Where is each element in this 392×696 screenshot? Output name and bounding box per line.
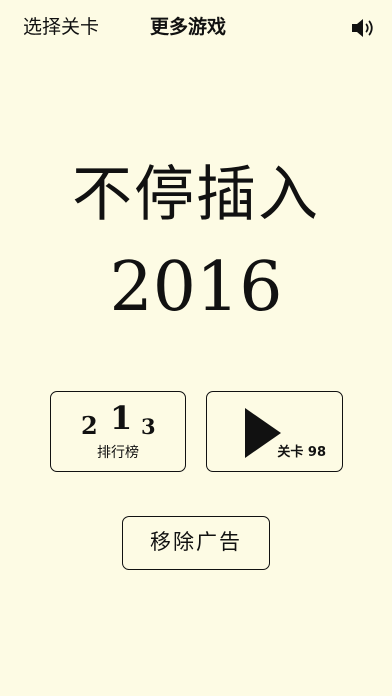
sound-toggle-button[interactable]: [350, 16, 378, 40]
play-icon: [245, 408, 281, 458]
podium-second: 2: [81, 411, 98, 440]
select-level-button[interactable]: 选择关卡: [23, 14, 99, 40]
leaderboard-button[interactable]: 2 1 3 排行榜: [50, 391, 186, 472]
game-year: 2016: [109, 248, 283, 327]
speaker-volume-icon: [352, 19, 373, 37]
podium-first: 1: [110, 399, 133, 437]
remove-ads-button[interactable]: 移除广告: [122, 516, 270, 570]
remove-ads-label: 移除广告: [150, 530, 242, 554]
podium-icon: 2 1 3: [51, 400, 185, 440]
current-level-label: 关卡 98: [277, 445, 326, 460]
leaderboard-label: 排行榜: [97, 445, 139, 461]
game-title: 不停插入: [72, 160, 320, 230]
more-games-button[interactable]: 更多游戏: [150, 14, 226, 40]
podium-third: 3: [141, 414, 156, 439]
play-button[interactable]: 关卡 98: [206, 391, 343, 472]
